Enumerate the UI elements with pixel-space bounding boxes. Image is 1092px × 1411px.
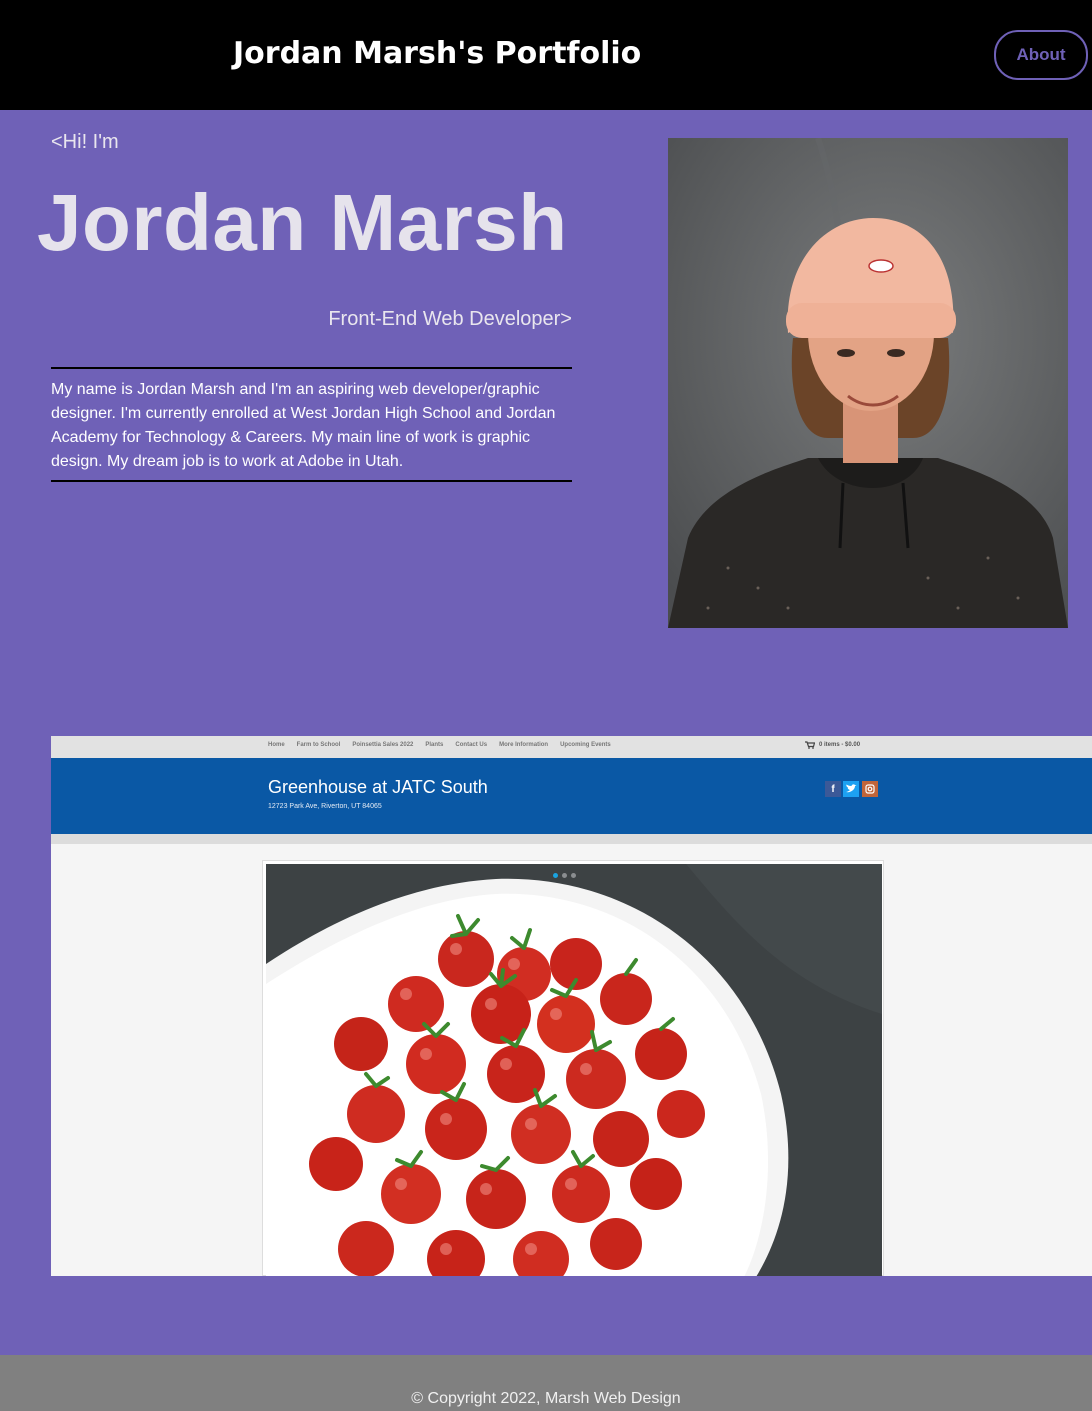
hero-bio: My name is Jordan Marsh and I'm an aspir… — [51, 381, 556, 470]
project-site-title: Greenhouse at JATC South — [268, 777, 488, 797]
hero-name: Jordan Marsh — [37, 178, 568, 267]
copyright-text: © Copyright 2022, Marsh Web Design — [411, 1390, 681, 1407]
facebook-icon: f — [825, 781, 841, 797]
project-image-slider — [262, 860, 884, 1276]
site-header: Jordan Marsh's Portfolio About — [0, 0, 1092, 110]
project-address: 12723 Park Ave, Riverton, UT 84065 — [268, 803, 382, 810]
slider-dot[interactable] — [562, 873, 567, 878]
project-cart-text: 0 items - $0.00 — [819, 742, 861, 748]
project-nav-more-information: More Information — [499, 742, 549, 748]
project-cart: 0 items - $0.00 — [805, 741, 860, 749]
project-nav-poinsettia-sales: Poinsettia Sales 2022 — [352, 742, 414, 748]
twitter-icon — [843, 781, 859, 797]
project-screenshot[interactable]: Home Farm to School Poinsettia Sales 202… — [51, 736, 1092, 1276]
project-nav-home: Home — [268, 742, 285, 748]
cart-icon — [805, 741, 815, 749]
project-nav-contact-us: Contact Us — [455, 742, 488, 748]
slider-dots — [553, 873, 576, 878]
instagram-icon — [862, 781, 878, 797]
site-title: Jordan Marsh's Portfolio — [233, 36, 642, 71]
project-header: Greenhouse at JATC South 12723 Park Ave,… — [51, 758, 1092, 834]
bio-bottom-divider — [51, 480, 572, 482]
project-nav-farm-to-school: Farm to School — [296, 742, 341, 748]
bio-top-divider — [51, 367, 572, 369]
project-nav-upcoming-events: Upcoming Events — [560, 742, 611, 748]
hero-role: Front-End Web Developer> — [328, 308, 572, 330]
project-subheader-strip — [51, 834, 1092, 844]
project-nav-plants: Plants — [425, 742, 444, 748]
about-button[interactable]: About — [994, 30, 1088, 80]
slider-dot-active[interactable] — [553, 873, 558, 878]
tomato-plate-image — [266, 864, 882, 1276]
hero-greeting: <Hi! I'm — [51, 131, 119, 153]
profile-photo — [668, 138, 1068, 628]
project-nav-bar: Home Farm to School Poinsettia Sales 202… — [51, 736, 1092, 758]
slider-dot[interactable] — [571, 873, 576, 878]
